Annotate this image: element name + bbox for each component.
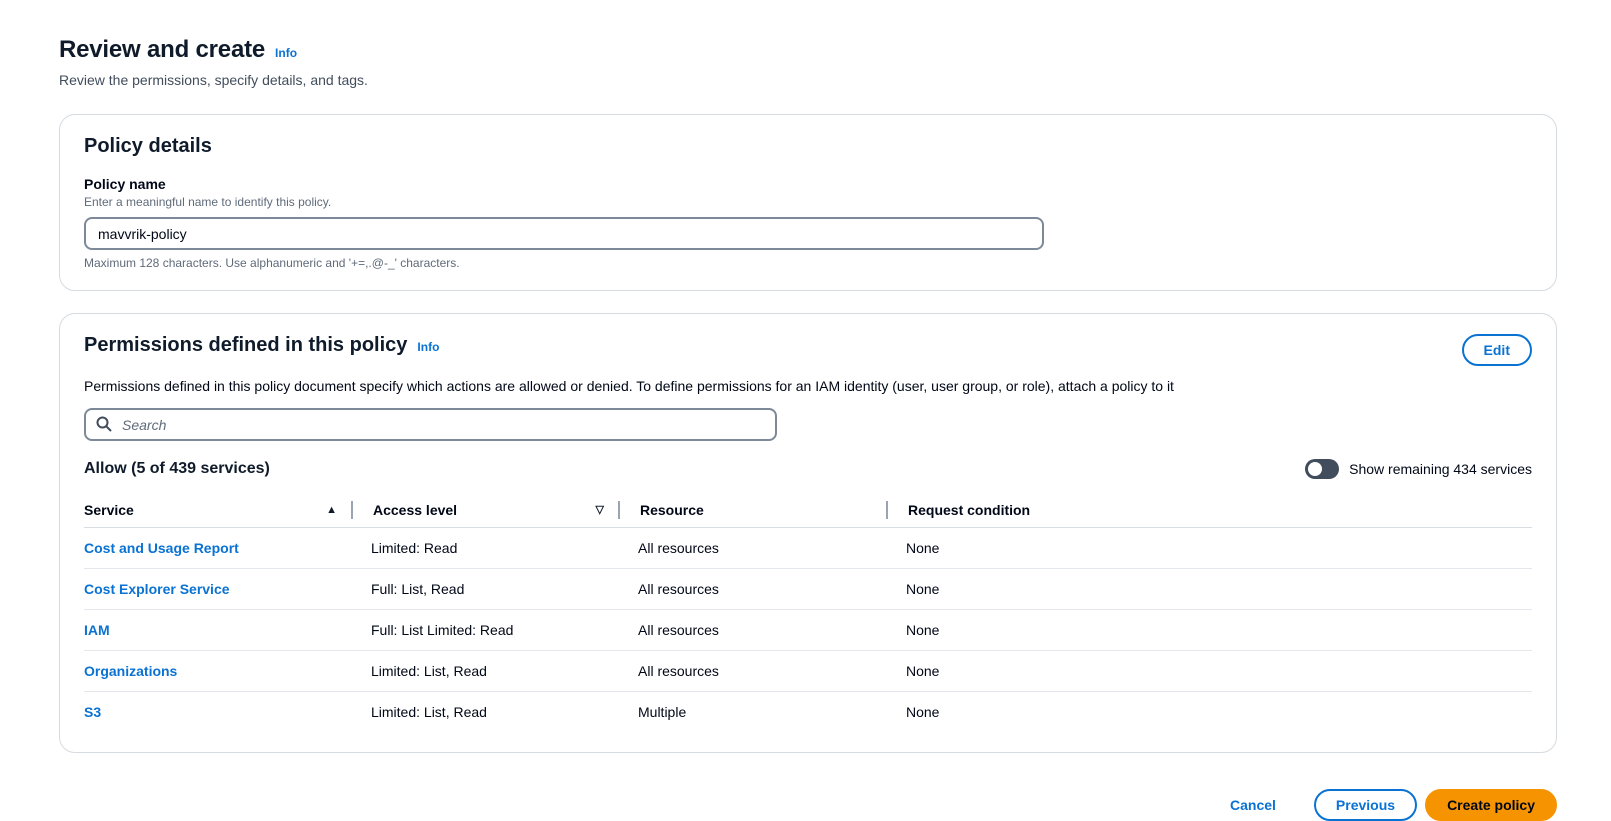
show-remaining-toggle[interactable] (1305, 459, 1339, 479)
sort-icon[interactable]: ▽ (596, 505, 604, 516)
search-box (84, 408, 777, 441)
access-level-cell: Full: List, Read (351, 581, 618, 597)
column-header-resource: Resource (618, 501, 886, 519)
policy-name-help: Enter a meaningful name to identify this… (84, 195, 1532, 209)
show-remaining-label: Show remaining 434 services (1349, 461, 1532, 477)
table-row: S3 Limited: List, Read Multiple None (84, 691, 1532, 732)
request-condition-cell: None (886, 622, 1532, 638)
search-icon (96, 416, 112, 432)
policy-details-heading: Policy details (84, 135, 1532, 158)
table-row: Cost and Usage Report Limited: Read All … (84, 527, 1532, 568)
table-row: Cost Explorer Service Full: List, Read A… (84, 568, 1532, 609)
policy-name-input[interactable] (84, 217, 1044, 250)
allow-services-heading: Allow (5 of 439 services) (84, 460, 270, 478)
search-input[interactable] (84, 408, 777, 441)
request-condition-cell: None (886, 704, 1532, 720)
sort-ascending-icon[interactable]: ▲ (326, 505, 337, 516)
access-level-cell: Limited: List, Read (351, 663, 618, 679)
permissions-heading: Permissions defined in this policy (84, 334, 407, 357)
page-subtitle: Review the permissions, specify details,… (59, 72, 1557, 88)
request-condition-cell: None (886, 581, 1532, 597)
service-link[interactable]: Cost and Usage Report (84, 540, 239, 556)
page-header: Review and create Info Review the permis… (59, 36, 1557, 88)
toggle-knob (1308, 462, 1322, 476)
access-level-cell: Limited: Read (351, 540, 618, 556)
resource-cell: All resources (618, 663, 886, 679)
services-table: Service ▲ Access level ▽ Resource Reques… (84, 493, 1532, 732)
create-policy-button[interactable]: Create policy (1425, 789, 1557, 821)
service-link[interactable]: Organizations (84, 663, 177, 679)
request-condition-cell: None (886, 663, 1532, 679)
resource-cell: Multiple (618, 704, 886, 720)
service-link[interactable]: IAM (84, 622, 110, 638)
policy-name-constraint: Maximum 128 characters. Use alphanumeric… (84, 256, 1532, 270)
service-link[interactable]: S3 (84, 704, 101, 720)
resource-cell: All resources (618, 622, 886, 638)
request-condition-cell: None (886, 540, 1532, 556)
column-header-request-condition: Request condition (886, 501, 1532, 519)
column-header-access-level[interactable]: Access level ▽ (351, 501, 618, 519)
page-title: Review and create (59, 36, 265, 64)
cancel-button[interactable]: Cancel (1220, 789, 1286, 821)
permissions-card: Permissions defined in this policy Info … (59, 313, 1557, 753)
permissions-info-link[interactable]: Info (417, 340, 439, 354)
column-header-service[interactable]: Service ▲ (84, 501, 351, 519)
footer-actions: Cancel Previous Create policy (0, 775, 1611, 821)
access-level-cell: Full: List Limited: Read (351, 622, 618, 638)
previous-button[interactable]: Previous (1314, 789, 1417, 821)
access-level-cell: Limited: List, Read (351, 704, 618, 720)
service-link[interactable]: Cost Explorer Service (84, 581, 230, 597)
table-header-row: Service ▲ Access level ▽ Resource Reques… (84, 493, 1532, 527)
table-body: Cost and Usage Report Limited: Read All … (84, 527, 1532, 732)
policy-name-label: Policy name (84, 176, 1532, 192)
resource-cell: All resources (618, 540, 886, 556)
table-row: IAM Full: List Limited: Read All resourc… (84, 609, 1532, 650)
table-row: Organizations Limited: List, Read All re… (84, 650, 1532, 691)
resource-cell: All resources (618, 581, 886, 597)
policy-details-card: Policy details Policy name Enter a meani… (59, 114, 1557, 291)
permissions-description: Permissions defined in this policy docum… (84, 378, 1532, 394)
edit-button[interactable]: Edit (1462, 334, 1532, 366)
review-and-create-page: Review and create Info Review the permis… (0, 0, 1611, 753)
page-info-link[interactable]: Info (275, 46, 297, 60)
